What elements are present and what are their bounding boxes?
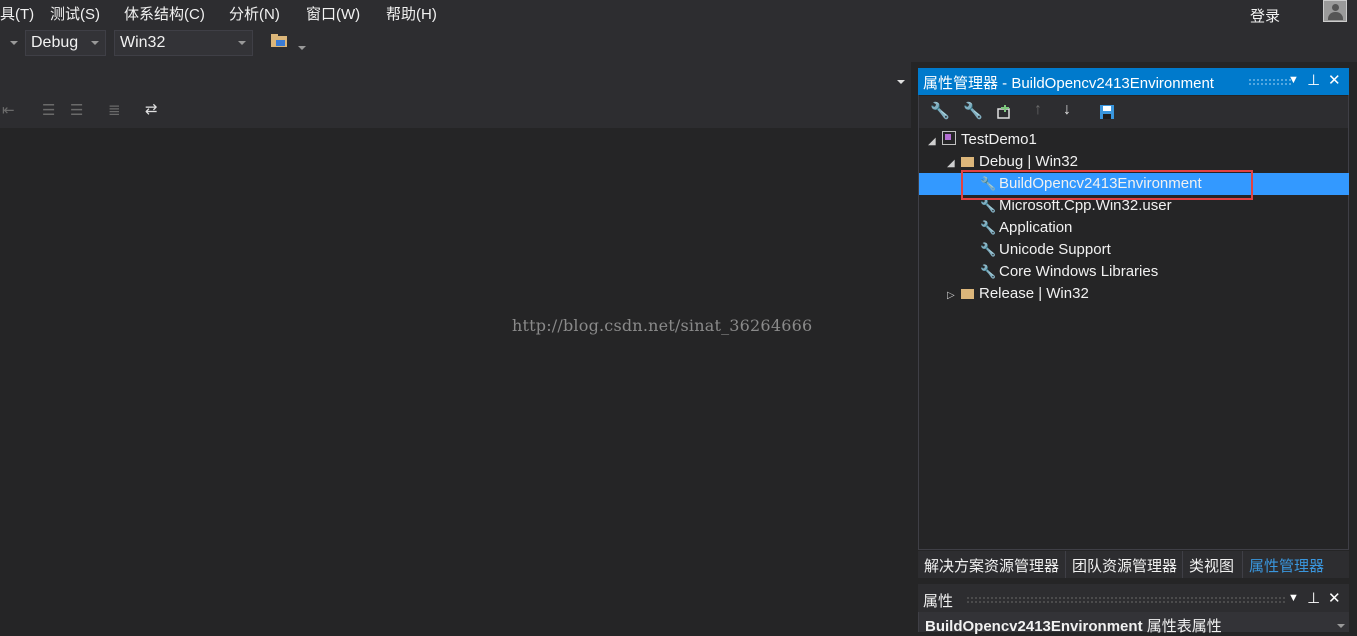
tab-divider xyxy=(1182,551,1183,578)
properties-wrench-icon[interactable]: 🔧 xyxy=(930,101,950,121)
chevron-down-icon xyxy=(1337,624,1345,628)
close-icon[interactable]: ✕ xyxy=(1328,589,1341,607)
add-existing-sheet-icon[interactable] xyxy=(996,104,1012,120)
object-type: 属性表属性 xyxy=(1146,618,1222,635)
property-manager-toolbar: 🔧 🔧 ↑ ↓ xyxy=(919,96,1348,128)
chevron-down-icon xyxy=(238,41,246,45)
tab-divider xyxy=(1065,551,1066,578)
platform-value: Win32 xyxy=(120,34,166,51)
expanded-icon[interactable]: ◢ xyxy=(947,153,961,175)
tab-solution-explorer[interactable]: 解决方案资源管理器 xyxy=(924,555,1059,576)
tab-team-explorer[interactable]: 团队资源管理器 xyxy=(1072,555,1177,576)
sign-in-link[interactable]: 登录 xyxy=(1250,5,1280,26)
release-config-label: Release | Win32 xyxy=(979,285,1089,302)
wrench-icon: 🔧 xyxy=(980,264,997,279)
tool-window-tabs: 解决方案资源管理器 团队资源管理器 类视图 属性管理器 xyxy=(918,551,1349,578)
move-up-icon[interactable]: ↑ xyxy=(1034,101,1042,119)
debug-config-label: Debug | Win32 xyxy=(979,153,1078,170)
attach-folder-icon[interactable] xyxy=(270,32,290,50)
properties-titlebar: 属性 ▼ ⊥ ✕ xyxy=(918,584,1349,612)
platform-select[interactable]: Win32 xyxy=(114,30,253,56)
menu-bar: 具(T) 测试(S) 体系结构(C) 分析(N) 窗口(W) 帮助(H) 登录 xyxy=(0,0,1357,26)
collapsed-icon[interactable]: ▷ xyxy=(947,285,961,307)
configuration-select[interactable]: Debug xyxy=(25,30,106,56)
menu-test[interactable]: 测试(S) xyxy=(50,3,100,24)
object-name: BuildOpencv2413Environment xyxy=(925,618,1143,635)
project-icon xyxy=(942,131,956,145)
property-sheet-label: Unicode Support xyxy=(999,241,1111,258)
properties-title: 属性 xyxy=(923,593,954,610)
wrench-icon: 🔧 xyxy=(980,220,997,235)
tree-item-release-config[interactable]: ▷ Release | Win32 xyxy=(947,283,1089,305)
tab-divider xyxy=(1242,551,1243,578)
window-position-icon[interactable]: ▼ xyxy=(1288,592,1299,604)
tab-class-view[interactable]: 类视图 xyxy=(1189,555,1234,576)
tab-property-manager[interactable]: 属性管理器 xyxy=(1249,555,1324,576)
save-icon[interactable] xyxy=(1099,104,1115,120)
indent-right-icon[interactable]: ☰ xyxy=(70,101,83,119)
menu-analyze[interactable]: 分析(N) xyxy=(229,3,280,24)
pin-icon[interactable]: ⊥ xyxy=(1307,589,1320,607)
tree-item-property-sheet[interactable]: 🔧 Core Windows Libraries xyxy=(980,261,1158,283)
object-select-value: BuildOpencv2413Environment 属性表属性 xyxy=(925,615,1222,636)
menu-window[interactable]: 窗口(W) xyxy=(306,3,360,24)
property-manager-titlebar: 属性管理器 - BuildOpencv2413Environment ▼ ⊥ ✕ xyxy=(918,68,1349,95)
project-label: TestDemo1 xyxy=(961,131,1037,148)
drag-grip[interactable] xyxy=(966,596,1286,604)
pin-icon[interactable]: ⊥ xyxy=(1307,71,1320,89)
property-sheet-label: Application xyxy=(999,219,1073,236)
tree-item-property-sheet[interactable]: 🔧 Unicode Support xyxy=(980,239,1111,261)
close-icon[interactable]: ✕ xyxy=(1328,71,1341,89)
configuration-value: Debug xyxy=(31,34,79,51)
object-select[interactable]: BuildOpencv2413Environment 属性表属性 xyxy=(919,612,1349,635)
add-new-sheet-icon[interactable]: 🔧 xyxy=(963,101,983,121)
window-position-icon[interactable]: ▼ xyxy=(1288,74,1299,86)
menu-tools[interactable]: 具(T) xyxy=(0,3,34,24)
editor-area xyxy=(0,62,911,632)
chevron-down-icon xyxy=(91,41,99,45)
editor-toolbar: ⇤ ☰ ☰ ≣ ⇄ xyxy=(0,94,911,128)
dropdown-arrow-icon[interactable] xyxy=(10,41,18,45)
watermark-text: http://blog.csdn.net/sinat_36264666 xyxy=(512,316,813,335)
property-sheet-label: Core Windows Libraries xyxy=(999,263,1159,280)
tab-list-dropdown-icon[interactable] xyxy=(897,80,905,84)
property-manager-title: 属性管理器 - BuildOpencv2413Environment xyxy=(923,75,1214,92)
document-tab-strip xyxy=(0,62,911,94)
folder-icon xyxy=(961,289,974,299)
standard-toolbar: Debug Win32 xyxy=(0,26,1357,62)
wrench-icon: 🔧 xyxy=(980,242,997,257)
menu-architecture[interactable]: 体系结构(C) xyxy=(124,3,205,24)
toolbar-overflow-icon[interactable] xyxy=(298,46,306,50)
tree-item-project[interactable]: ◢ TestDemo1 xyxy=(928,129,1037,151)
comment-icon[interactable]: ≣ xyxy=(108,101,121,119)
expanded-icon[interactable]: ◢ xyxy=(928,131,942,153)
menu-help[interactable]: 帮助(H) xyxy=(386,3,437,24)
folder-icon xyxy=(961,157,974,167)
move-down-icon[interactable]: ↓ xyxy=(1063,101,1071,119)
tree-item-property-sheet[interactable]: 🔧 Application xyxy=(980,217,1072,239)
highlight-annotation-box xyxy=(961,170,1253,200)
outdent-icon[interactable]: ⇤ xyxy=(2,101,15,119)
word-wrap-icon[interactable]: ⇄ xyxy=(145,100,158,118)
user-avatar-icon[interactable] xyxy=(1323,0,1347,22)
indent-left-icon[interactable]: ☰ xyxy=(42,101,55,119)
drag-grip[interactable] xyxy=(1248,78,1292,86)
